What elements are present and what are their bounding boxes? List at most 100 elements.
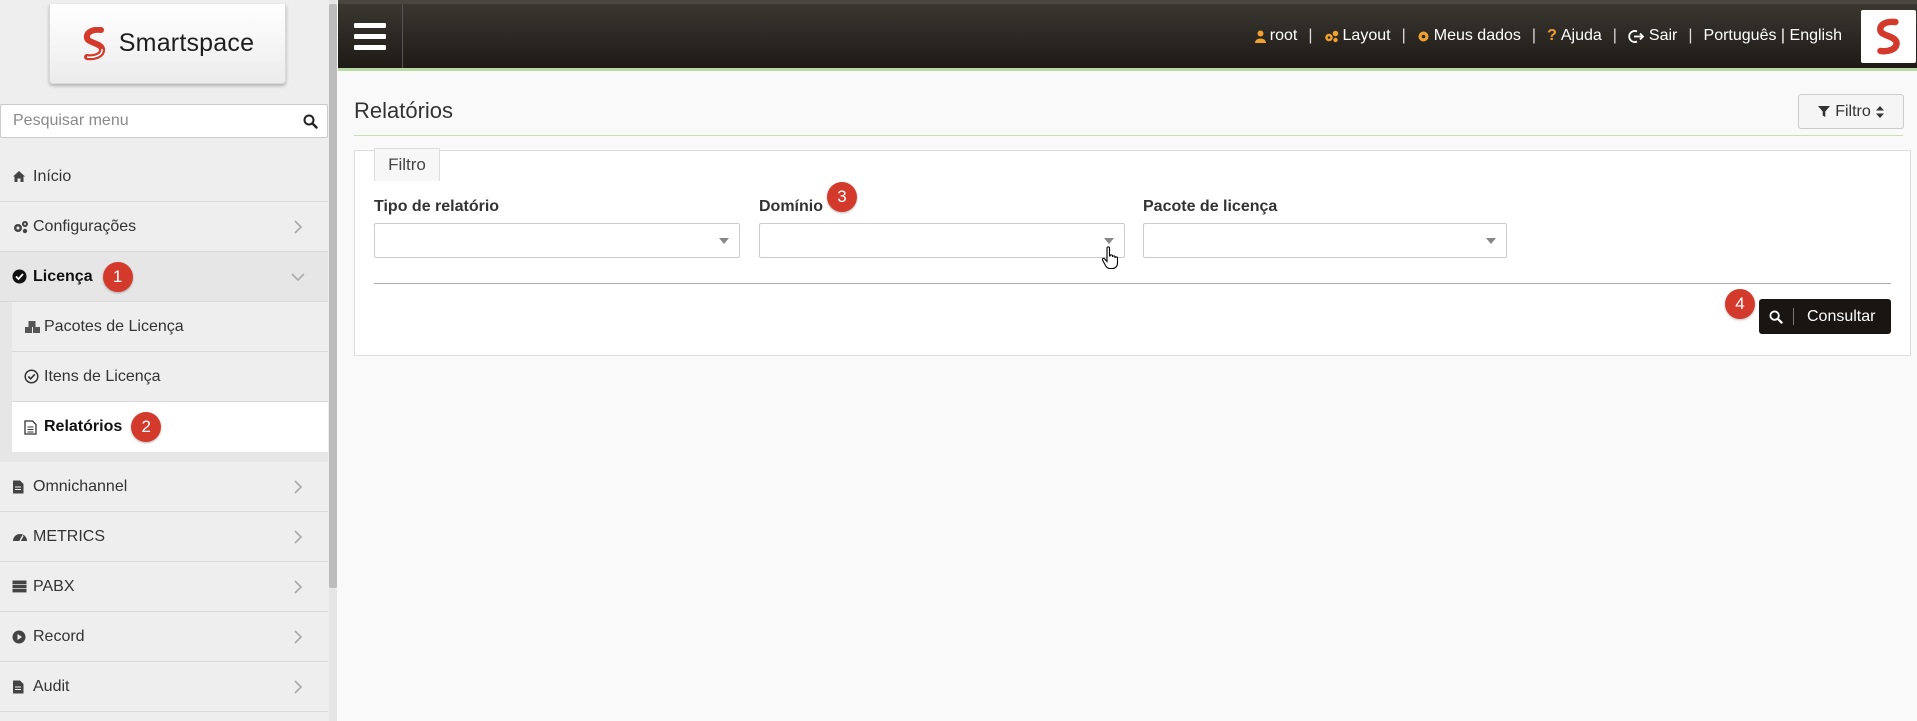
user-icon [1254,30,1266,43]
sidebar-item-pabx[interactable]: PABX [0,562,328,612]
gear-icon [1418,31,1429,41]
sidebar-item-label: Configurações [33,217,137,235]
chevron-right-icon [294,220,303,234]
step-badge: 3 [827,182,857,212]
sign-out-icon [1628,29,1645,43]
user-link[interactable]: root [1254,27,1298,45]
hamburger-menu-button[interactable] [338,4,403,68]
question-icon: ? [1547,27,1557,44]
dropdown-arrow-icon [1104,238,1114,244]
report-type-select[interactable] [374,223,740,258]
filter-toggle-label: Filtro [1835,102,1871,120]
chevron-right-icon [294,480,303,494]
chevron-right-icon [294,580,303,594]
smartspace-logo-icon [1876,18,1900,54]
separator: | [1308,27,1313,44]
sidebar-item-label: Início [33,167,72,185]
step-badge: 1 [102,261,133,292]
search-icon[interactable] [293,114,327,129]
help-link[interactable]: ? Ajuda [1547,27,1602,45]
search-icon [1759,308,1794,325]
sidebar-item-omnichannel[interactable]: Omnichannel [0,462,328,512]
filter-panel-tab[interactable]: Filtro [374,148,440,181]
sidebar-item-metrics[interactable]: METRICS [0,512,328,562]
separator: | [1401,27,1406,44]
sidebar-item-audit[interactable]: Audit [0,662,328,712]
logout-label: Sair [1648,27,1678,44]
check-circle-outline-icon [24,369,42,385]
file-icon [12,479,30,495]
sidebar-item-label: METRICS [33,527,105,545]
layout-link[interactable]: Layout [1324,27,1391,45]
cubes-icon [24,319,42,335]
separator: | [1531,27,1537,44]
sidebar-item-label: Licença [33,267,93,285]
file-text-icon [24,419,42,435]
sidebar-subitem-label: Relatórios [44,418,123,435]
sidebar-item-label: PABX [33,577,75,595]
help-label: Ajuda [1560,27,1602,44]
cogs-icon [12,219,30,235]
logout-link[interactable]: Sair [1628,27,1677,45]
sidebar-subitem-pacotes-de-licenca[interactable]: Pacotes de Licença [12,302,328,352]
consult-button[interactable]: Consultar [1759,299,1891,334]
top-navigation: root | Layout | Meus dados | ? Ajuda | S… [1254,4,1842,68]
menu-search-input[interactable] [1,112,293,130]
sidebar-item-label: Omnichannel [33,477,128,495]
check-circle-icon [12,269,30,285]
license-package-select[interactable] [1143,223,1507,258]
sidebar-item-record[interactable]: Record [0,612,328,662]
language-switcher[interactable]: Português | English [1704,27,1842,45]
domain-label: Domínio [759,198,823,215]
sidebar-item-label: Record [33,627,85,645]
domain-select[interactable] [759,223,1125,258]
play-circle-icon [12,629,30,645]
server-icon [12,579,30,595]
page-title: Relatórios [354,98,454,123]
chevron-right-icon [294,630,303,644]
form-divider [374,283,1891,284]
chevron-right-icon [294,680,303,694]
sidebar-item-label: Audit [33,677,70,695]
dropdown-arrow-icon [719,238,729,244]
sidebar-menu: Início Configurações Licença 1 Pacotes d… [0,152,328,712]
user-name: root [1269,27,1298,44]
license-package-label: Pacote de licença [1143,198,1278,215]
filter-toggle-button[interactable]: Filtro [1798,94,1904,129]
step-badge: 4 [1725,289,1755,319]
chevron-right-icon [294,530,303,544]
smartspace-logo-icon [83,26,105,60]
licenca-submenu: Pacotes de Licença Itens de Licença Rela… [0,302,328,462]
hand-cursor-icon [1101,246,1119,270]
sort-icon [1875,105,1884,118]
separator: | [1688,27,1693,44]
sidebar-subitem-itens-de-licenca[interactable]: Itens de Licença [12,352,328,402]
sidebar-scrollbar-thumb[interactable] [329,4,337,588]
file-icon [12,679,30,695]
home-icon [12,169,30,185]
menu-search [0,104,328,138]
step-badge: 2 [131,412,162,442]
sidebar-item-inicio[interactable]: Início [0,152,328,202]
filter-icon [1818,105,1831,117]
title-divider [354,135,1903,136]
sidebar: Smartspace Início Configurações Licença [0,0,337,721]
layout-label: Layout [1342,27,1391,44]
my-data-link[interactable]: Meus dados [1417,27,1521,45]
report-type-label: Tipo de relatório [374,198,500,215]
cogs-icon [1324,30,1338,42]
sidebar-item-licenca[interactable]: Licença 1 [0,252,328,302]
brand-logo[interactable]: Smartspace [49,4,286,84]
brand-badge [1861,10,1916,63]
my-data-label: Meus dados [1433,27,1521,44]
sidebar-subitem-label: Pacotes de Licença [44,317,184,335]
sidebar-item-configuracoes[interactable]: Configurações [0,202,328,252]
consult-button-label: Consultar [1807,307,1876,325]
separator: | [1612,27,1617,44]
sidebar-subitem-label: Itens de Licença [44,367,161,385]
sidebar-subitem-relatorios[interactable]: Relatórios 2 [12,402,328,452]
dropdown-arrow-icon [1486,238,1496,244]
dashboard-icon [12,529,30,545]
brand-name: Smartspace [118,29,255,57]
topbar: root | Layout | Meus dados | ? Ajuda | S… [338,0,1917,71]
